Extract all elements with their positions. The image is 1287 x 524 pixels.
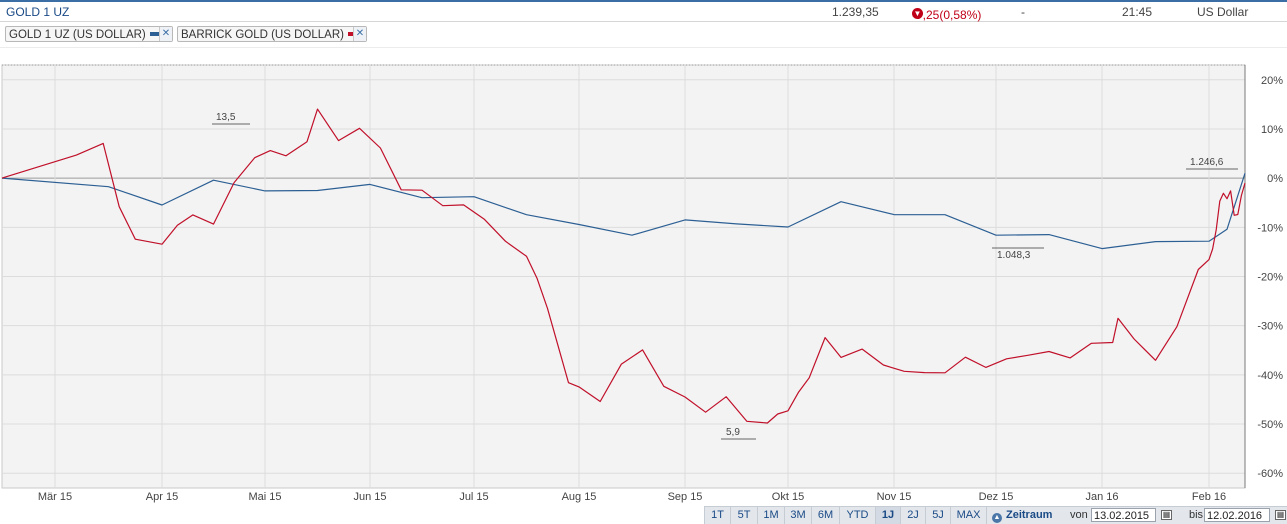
x-tick-label: Okt 15 — [772, 491, 804, 503]
range-toolbar: 1T 5T 1M 3M 6M YTD 1J 2J 5J MAX ▲ Zeitrau… — [704, 506, 1287, 524]
range-button-ytd[interactable]: YTD — [840, 507, 876, 524]
legend-bar: GOLD 1 UZ (US DOLLAR) ✕ BARRICK GOLD (US… — [0, 22, 1287, 48]
legend-label-gold: GOLD 1 UZ (US DOLLAR) — [9, 29, 146, 41]
y-tick-label: 20% — [1261, 75, 1283, 87]
legend-swatch-gold — [149, 32, 159, 36]
last-price: 1.239,35 — [832, 5, 879, 19]
range-button-6m[interactable]: 6M — [812, 507, 840, 524]
calendar-icon[interactable]: ▦ — [1275, 510, 1286, 520]
close-icon[interactable]: ✕ — [159, 27, 172, 41]
calendar-icon[interactable]: ▦ — [1161, 510, 1172, 520]
von-label: von — [1070, 509, 1088, 521]
price-chart[interactable]: 20% 10% 0% -10% -20% -30% -40% -50% -60% Mär 15 Ap… — [0, 60, 1287, 506]
annotation-label: 5,9 — [726, 427, 740, 438]
x-tick-label: Aug 15 — [562, 491, 597, 503]
x-tick-label: Nov 15 — [877, 491, 912, 503]
annotation-label: 1.246,6 — [1190, 157, 1224, 168]
legend-chip-gold[interactable]: GOLD 1 UZ (US DOLLAR) ✕ — [5, 26, 173, 42]
y-tick-label: -50% — [1257, 419, 1283, 431]
y-tick-label: -10% — [1257, 222, 1283, 234]
y-tick-label: -30% — [1257, 321, 1283, 333]
annotation-label: 1.048,3 — [997, 250, 1031, 261]
range-button-1j[interactable]: 1J — [876, 507, 901, 524]
range-button-1m[interactable]: 1M — [758, 507, 785, 524]
x-tick-label: Jun 15 — [353, 491, 386, 503]
date-from-input[interactable]: 13.02.2015 — [1091, 508, 1156, 522]
range-button-max[interactable]: MAX — [951, 507, 987, 524]
range-button-1t[interactable]: 1T — [705, 507, 731, 524]
range-button-3m[interactable]: 3M — [785, 507, 812, 524]
quote-header: GOLD 1 UZ 1.239,35 ▼ -7,25(0,58%) - 21:45… — [0, 0, 1287, 22]
y-tick-label: 0% — [1267, 173, 1283, 185]
currency: US Dollar — [1197, 5, 1249, 19]
legend-chip-barrick[interactable]: BARRICK GOLD (US DOLLAR) ✕ — [177, 26, 367, 42]
quote-time: 21:45 — [1122, 5, 1153, 19]
zeitraum-toggle[interactable]: ▲ Zeitraum — [992, 507, 1052, 524]
y-tick-label: 10% — [1261, 124, 1283, 136]
x-tick-label: Mär 15 — [38, 491, 72, 503]
x-tick-label: Apr 15 — [146, 491, 178, 503]
legend-label-barrick: BARRICK GOLD (US DOLLAR) — [181, 29, 344, 41]
range-button-5t[interactable]: 5T — [731, 507, 758, 524]
chevron-up-icon: ▲ — [992, 513, 1002, 523]
x-tick-label: Jul 15 — [459, 491, 488, 503]
x-tick-label: Feb 16 — [1192, 491, 1226, 503]
x-tick-label: Sep 15 — [668, 491, 703, 503]
y-tick-label: -20% — [1257, 272, 1283, 284]
annotation-label: 13,5 — [216, 112, 236, 123]
y-tick-label: -60% — [1257, 468, 1283, 480]
range-button-2j[interactable]: 2J — [901, 507, 926, 524]
range-button-5j[interactable]: 5J — [926, 507, 951, 524]
instrument-name[interactable]: GOLD 1 UZ — [6, 5, 69, 19]
close-icon[interactable]: ✕ — [353, 27, 366, 41]
volume-placeholder: - — [1021, 5, 1025, 19]
y-tick-label: -40% — [1257, 370, 1283, 382]
x-tick-label: Dez 15 — [979, 491, 1014, 503]
bis-label: bis — [1189, 509, 1204, 521]
x-tick-label: Mai 15 — [248, 491, 281, 503]
x-tick-label: Jan 16 — [1085, 491, 1118, 503]
date-to-input[interactable]: 12.02.2016 — [1204, 508, 1270, 522]
price-change-value: -7,25(0,58%) — [912, 8, 982, 22]
zeitraum-label: Zeitraum — [1006, 509, 1053, 521]
